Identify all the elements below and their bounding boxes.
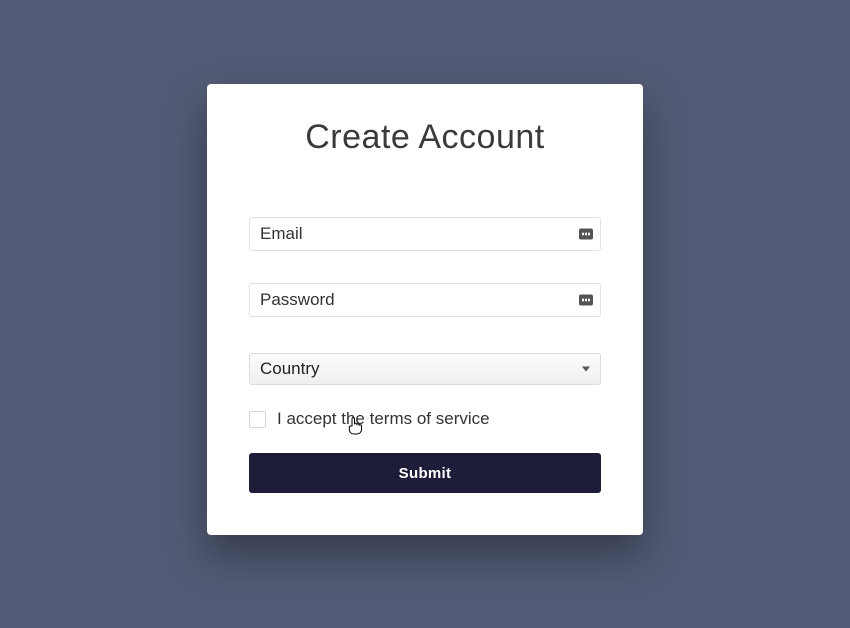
tos-row: I accept the terms of service [249,409,601,429]
email-input[interactable] [249,217,601,251]
tos-checkbox[interactable] [249,411,266,428]
tos-label: I accept the terms of service [277,409,490,429]
password-input[interactable] [249,283,601,317]
keychain-icon[interactable] [579,295,593,306]
country-select[interactable]: Country [249,353,601,385]
country-selected-label: Country [260,359,320,378]
chevron-down-icon [582,367,590,372]
email-field-wrap [249,217,601,251]
password-field-wrap [249,283,601,317]
form-title: Create Account [249,118,601,157]
keychain-icon[interactable] [579,229,593,240]
country-select-wrap: Country [249,353,601,385]
signup-card: Create Account Country I accept the term… [207,84,643,535]
submit-button[interactable]: Submit [249,453,601,493]
